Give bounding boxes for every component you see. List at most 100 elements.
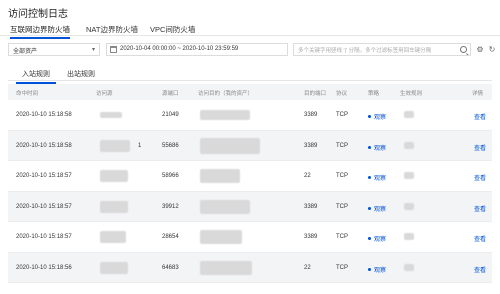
calendar-icon (110, 46, 117, 53)
redacted-destination (200, 230, 242, 244)
destination-port: 22 (304, 173, 311, 179)
table-row: 2020-10-10 15:18:58 21049 3389 TCP 观察 查看 (8, 100, 492, 131)
status-dot-icon (368, 145, 371, 149)
column-header: 详情 (472, 91, 484, 97)
hit-time: 2020-10-10 15:18:57 (16, 234, 72, 240)
page-title: 访问控制日志 (8, 9, 68, 20)
status-dot-icon (368, 176, 371, 179)
hit-time: 2020-10-10 15:18:57 (16, 173, 72, 179)
tab-nat-firewall[interactable]: NAT边界防火墙 (86, 24, 138, 35)
table-row: 2020-10-10 15:18:56 64683 22 TCP 观察 查看 (8, 252, 492, 283)
source-extra: 1 (138, 142, 142, 149)
redacted-destination (200, 137, 260, 154)
search-placeholder: 多个关键字用竖线 '|' 分隔，多个过滤标签用回车键分隔 (298, 48, 432, 54)
view-detail-link[interactable]: 查看 (474, 265, 486, 274)
hit-time: 2020-10-10 15:18:58 (16, 142, 72, 149)
redacted-destination (200, 110, 250, 120)
column-header: 源端口 (162, 91, 179, 97)
destination-port: 3389 (304, 234, 318, 240)
search-icon[interactable] (460, 46, 467, 53)
source-port: 64683 (162, 264, 179, 271)
redacted-destination (200, 169, 240, 183)
hit-time: 2020-10-10 15:18:56 (16, 264, 72, 271)
view-detail-link[interactable]: 查看 (474, 112, 486, 121)
refresh-icon[interactable]: ↻ (486, 43, 498, 56)
policy-status: 观察 (368, 204, 386, 213)
hit-time: 2020-10-10 15:18:57 (16, 203, 72, 210)
column-header: 访问目的（我的资产） (198, 91, 254, 97)
policy-label: 观察 (374, 206, 387, 213)
protocol: TCP (336, 173, 348, 179)
column-header: 命中时间 (16, 91, 39, 97)
log-table: 命中时间 访问源 源端口 访问目的（我的资产） 目的端口 协议 策略 生效规则 … (8, 84, 492, 283)
redacted-rule (404, 233, 414, 240)
redacted-source (100, 200, 128, 213)
redacted-destination (200, 260, 252, 275)
redacted-source (100, 139, 130, 152)
asset-select-value: 全部资产 (13, 49, 38, 55)
status-dot-icon (368, 267, 371, 271)
tab-inbound-rules[interactable]: 入站规则 (16, 69, 56, 84)
policy-status: 观察 (368, 265, 386, 274)
column-header: 生效规则 (400, 91, 423, 97)
status-dot-icon (368, 237, 371, 240)
source-port: 55686 (162, 142, 179, 149)
protocol: TCP (336, 203, 348, 210)
protocol: TCP (336, 264, 348, 271)
source-port: 28654 (162, 234, 179, 240)
redacted-source (100, 231, 126, 243)
column-header: 访问源 (96, 91, 113, 97)
policy-status: 观察 (368, 112, 386, 121)
table-row: 2020-10-10 15:18:58 1 55686 3389 TCP 观察 … (8, 130, 492, 161)
column-header: 协议 (336, 91, 348, 97)
destination-port: 22 (304, 264, 311, 271)
redacted-rule (404, 172, 414, 179)
destination-port: 3389 (304, 203, 318, 210)
asset-select[interactable]: 全部资产 ▾ (8, 43, 100, 56)
view-detail-link[interactable]: 查看 (474, 204, 486, 213)
protocol: TCP (336, 112, 348, 118)
destination-port: 3389 (304, 142, 318, 149)
chevron-down-icon: ▾ (91, 47, 95, 53)
tab-internet-firewall[interactable]: 互联网边界防火墙 (10, 24, 70, 39)
table-row: 2020-10-10 15:18:57 58966 22 TCP 观察 查看 (8, 161, 492, 192)
firewall-tabs: 互联网边界防火墙 NAT边界防火墙 VPC间防火墙 (0, 22, 500, 39)
column-header: 策略 (368, 91, 380, 97)
redacted-source (100, 170, 128, 182)
policy-label: 观察 (374, 145, 387, 152)
status-dot-icon (368, 115, 371, 118)
redacted-destination (200, 199, 250, 214)
protocol: TCP (336, 142, 348, 149)
source-port: 39912 (162, 203, 179, 210)
redacted-rule (404, 263, 414, 271)
table-row: 2020-10-10 15:18:57 39912 3389 TCP 观察 查看 (8, 191, 492, 222)
column-header: 目的端口 (304, 91, 327, 97)
table-row: 2020-10-10 15:18:57 28654 3389 TCP 观察 查看 (8, 222, 492, 253)
destination-port: 3389 (304, 112, 318, 118)
source-port: 21049 (162, 112, 179, 118)
redacted-source (100, 261, 128, 274)
view-detail-link[interactable]: 查看 (474, 234, 486, 243)
date-range-value: 2020-10-04 00:00:00 ~ 2020-10-10 23:59:5… (120, 46, 239, 52)
rule-direction-tabs: 入站规则 出站规则 (8, 66, 492, 84)
redacted-rule (404, 202, 414, 210)
policy-status: 观察 (368, 173, 386, 182)
search-input[interactable]: 多个关键字用竖线 '|' 分隔，多个过滤标签用回车键分隔 (293, 43, 471, 56)
gear-icon[interactable]: ⚙ (474, 43, 486, 56)
table-header: 命中时间 访问源 源端口 访问目的（我的资产） 目的端口 协议 策略 生效规则 … (8, 84, 492, 100)
tab-outbound-rules[interactable]: 出站规则 (67, 69, 95, 79)
date-range-picker[interactable]: 2020-10-04 00:00:00 ~ 2020-10-10 23:59:5… (106, 43, 288, 56)
redacted-rule (404, 141, 414, 149)
policy-label: 观察 (374, 176, 387, 182)
policy-label: 观察 (374, 115, 387, 121)
view-detail-link[interactable]: 查看 (474, 173, 486, 182)
tab-vpc-firewall[interactable]: VPC间防火墙 (150, 24, 195, 35)
policy-status: 观察 (368, 143, 386, 152)
protocol: TCP (336, 234, 348, 240)
hit-time: 2020-10-10 15:18:58 (16, 112, 72, 118)
policy-status: 观察 (368, 234, 386, 243)
source-port: 58966 (162, 173, 179, 179)
policy-label: 观察 (374, 267, 387, 274)
status-dot-icon (368, 206, 371, 210)
view-detail-link[interactable]: 查看 (474, 143, 486, 152)
